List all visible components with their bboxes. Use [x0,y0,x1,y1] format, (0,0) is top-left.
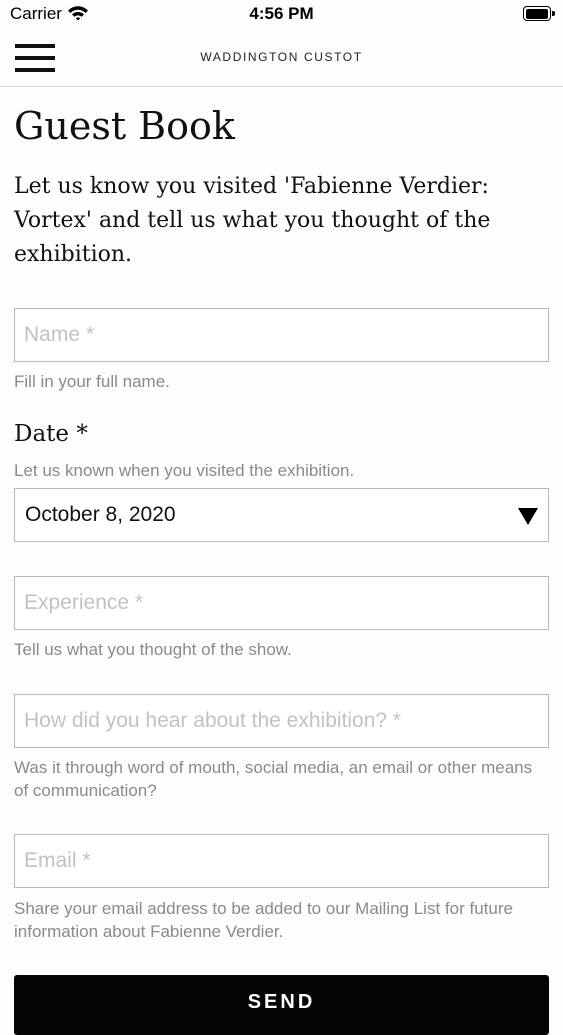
date-select-value: October 8, 2020 [25,503,176,526]
name-input[interactable] [15,309,548,361]
email-input[interactable] [15,835,548,887]
nav-bar: WADDINGTON CUSTOT [0,30,563,87]
source-help-text: Was it through word of mouth, social med… [14,758,533,800]
name-help-text: Fill in your full name. [14,372,170,391]
brand-title: WADDINGTON CUSTOT [200,50,363,64]
email-help-text: Share your email address to be added to … [14,899,513,941]
status-time: 4:56 PM [249,4,314,23]
send-button[interactable]: SEND [14,975,549,1035]
page-title: Guest Book [14,104,235,148]
source-input[interactable] [15,695,548,747]
email-field[interactable] [14,834,549,888]
experience-input[interactable] [15,577,548,629]
source-field[interactable] [14,694,549,748]
experience-help-text: Tell us what you thought of the show. [14,640,292,659]
status-bar: Carrier 4:56 PM [0,0,563,30]
experience-field[interactable] [14,576,549,630]
dropdown-arrow-icon [518,508,538,525]
date-select[interactable]: October 8, 2020 [14,488,549,542]
date-help-text: Let us known when you visited the exhibi… [14,461,355,480]
date-label: Date * [14,421,88,447]
name-field[interactable] [14,308,549,362]
battery-icon [523,6,555,21]
intro-text: Let us know you visited 'Fabienne Verdie… [14,174,491,267]
